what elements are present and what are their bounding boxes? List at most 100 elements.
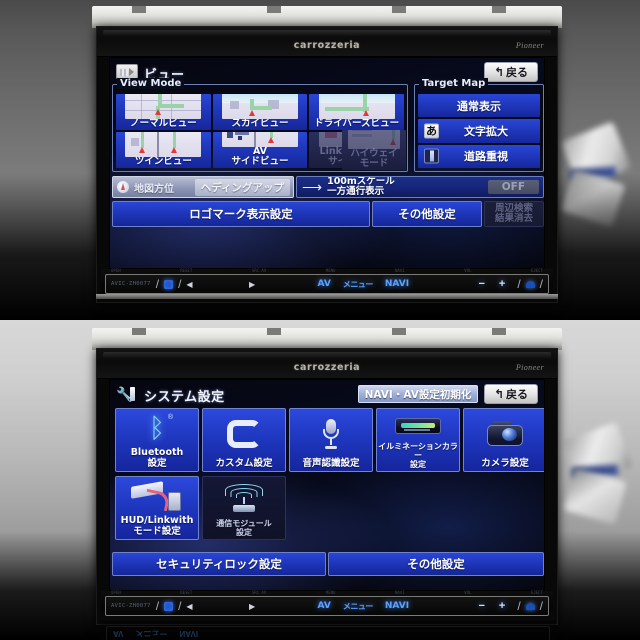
control-micro-labels: OPEN RESET SRC AV MENU NAVI VOL EJECT [111,590,543,595]
clear-nearby-results-button[interactable]: 周辺検索 結果消去 [484,201,544,227]
unit-top-bezel: carrozzeria Pioneer [97,27,557,57]
other-settings-label: その他設定 [407,557,465,571]
head-unit-top: carrozzeria Pioneer ビュー ↰ 戻る View Mode ノ… [96,26,558,303]
oneway-display-setting[interactable]: ⟶ 100mスケール 一方通行表示 OFF [296,176,544,198]
logo-display-settings-label: ロゴマーク表示設定 [189,207,293,221]
view-mode-tile-sky[interactable]: スカイビュー [212,94,308,130]
volume-down-button[interactable]: − [471,278,491,290]
view-mode-group-label: View Mode [117,78,185,89]
system-tile-camera[interactable]: カメラ設定 [463,408,544,472]
other-settings-button[interactable]: その他設定 [372,201,482,227]
page-title: システム設定 [144,390,225,405]
system-tile-illumination-color[interactable]: イルミネーションカラー 設定 [376,408,460,472]
divider: / [178,277,182,291]
system-tile-comm-module[interactable]: 通信モジュール 設定 [202,476,286,540]
unit-top-bezel: carrozzeria Pioneer [97,349,557,379]
volume-up-button[interactable]: + [492,278,512,290]
lcd-screen-system[interactable]: 🔧 システム設定 NAVI・AV設定初期化 ↰ 戻る ᛒ ® Bluetooth… [109,379,545,591]
divider: / [517,599,521,613]
arrow-right-icon: ⟶ [302,179,323,195]
av-button[interactable]: AV [312,279,337,289]
reset-button[interactable] [164,279,174,289]
av-side-map-icon [222,132,298,147]
map-orientation-value: ヘディングアップ [194,178,290,196]
reset-button[interactable] [164,601,174,611]
settings-toggle-row: 地図方位 ヘディングアップ ⟶ 100mスケール 一方通行表示 OFF [112,176,544,198]
system-tile-label: 通信モジュール 設定 [216,519,272,537]
target-map-item-large-text[interactable]: あ 文字拡大 [418,119,540,143]
reflection-menu-label: メニュー [135,629,168,639]
target-map-label: 通常表示 [457,99,501,113]
view-mode-label: スカイビュー [231,118,289,129]
back-button[interactable]: ↰ 戻る [484,384,538,404]
bottom-button-row: ロゴマーク表示設定 その他設定 周辺検索 結果消去 [112,201,544,227]
chassis-top-lip [92,328,562,350]
system-tile-label: Bluetooth 設定 [130,447,184,469]
brand-pioneer-logo: Pioneer [515,41,544,50]
target-map-item-road[interactable]: 道路重視 [418,144,540,168]
prev-track-button[interactable]: ◀ [186,280,192,289]
view-mode-tile-highway[interactable]: ハイウェイ モード [342,130,406,170]
back-button-label: 戻る [506,66,529,79]
next-track-button[interactable]: ▶ [249,602,255,611]
volume-up-button[interactable]: + [492,600,512,612]
view-mode-label: ツインビュー [134,156,192,167]
divider: / [155,599,160,613]
view-mode-tile-driver[interactable]: ドライバーズビュー [309,94,404,130]
target-map-group: Target Map 通常表示 あ 文字拡大 道路重視 [414,78,544,172]
back-arrow-icon: ↰ [493,65,505,79]
menu-button[interactable]: メニュー [337,601,379,612]
navi-button[interactable]: NAVI [379,279,415,289]
driver-map-icon [318,94,395,119]
system-settings-grid: ᛒ ® Bluetooth 設定 カスタム設定 音声認識設定 イルミネーションカ… [115,408,544,472]
navi-av-init-label: NAVI・AV設定初期化 [364,388,472,401]
unit-reflection: AV メニュー NAVI [100,620,556,640]
system-tile-bluetooth[interactable]: ᛒ ® Bluetooth 設定 [115,408,199,472]
system-tile-voice-recognition[interactable]: 音声認識設定 [289,408,373,472]
photo-composite: carrozzeria Pioneer ビュー ↰ 戻る View Mode ノ… [0,0,640,640]
eject-icon[interactable] [525,602,535,610]
system-tile-label: 音声認識設定 [302,457,360,469]
screen-header: 🔧 システム設定 NAVI・AV設定初期化 ↰ 戻る [114,383,540,407]
other-settings-button[interactable]: その他設定 [328,552,544,576]
lcd-screen-view[interactable]: ビュー ↰ 戻る View Mode ノーマルビュー スカイビュー ドライバーズ… [109,57,545,269]
volume-down-button[interactable]: − [471,600,491,612]
bottom-button-row: セキュリティロック設定 その他設定 [112,552,544,576]
divider: / [178,599,182,613]
map-orientation-setting[interactable]: 地図方位 ヘディングアップ [112,176,294,198]
system-tile-label: HUD/Linkwith モード設定 [120,515,194,537]
camera-icon [487,421,523,447]
system-tile-custom[interactable]: カスタム設定 [202,408,286,472]
back-button[interactable]: ↰ 戻る [484,62,538,82]
eject-icon[interactable] [525,280,535,288]
logo-display-settings-button[interactable]: ロゴマーク表示設定 [112,201,370,227]
view-mode-tile-twin[interactable]: ツインビュー [116,132,211,168]
custom-c-icon [227,419,261,448]
security-lock-settings-label: セキュリティロック設定 [156,557,282,571]
bluetooth-icon: ᛒ ® [148,412,173,444]
target-map-item-normal[interactable]: 通常表示 [418,94,540,118]
brand-carrozzeria-logo: carrozzeria [293,40,361,51]
clear-nearby-results-label: 周辺検索 結果消去 [494,203,533,224]
view-mode-tile-av-side[interactable]: AV サイドビュー [212,132,308,168]
divider: / [155,277,160,291]
target-map-label: 文字拡大 [464,124,508,138]
road-icon [424,148,439,164]
system-tile-hud-linkwith[interactable]: HUD/Linkwith モード設定 [115,476,199,540]
prev-track-button[interactable]: ◀ [186,602,192,611]
photo-system-screen: carrozzeria Pioneer 🔧 システム設定 NAVI・AV設定初期… [0,320,640,640]
microphone-icon [323,418,339,449]
compass-icon [117,181,129,193]
menu-button[interactable]: メニュー [337,279,379,290]
navi-button[interactable]: NAVI [379,601,415,611]
control-strip: AVIC-ZH0077 / / ◀ ▶ AV メニュー NAVI − + / / [105,596,549,616]
navi-av-init-button[interactable]: NAVI・AV設定初期化 [358,385,478,403]
other-settings-label: その他設定 [398,207,456,221]
view-mode-label: AV サイドビュー [231,146,289,167]
system-tile-label: カメラ設定 [481,457,529,469]
comm-module-icon [224,484,264,512]
next-track-button[interactable]: ▶ [249,280,255,289]
av-button[interactable]: AV [312,601,337,611]
security-lock-settings-button[interactable]: セキュリティロック設定 [112,552,326,576]
view-mode-tile-normal[interactable]: ノーマルビュー [116,94,211,130]
